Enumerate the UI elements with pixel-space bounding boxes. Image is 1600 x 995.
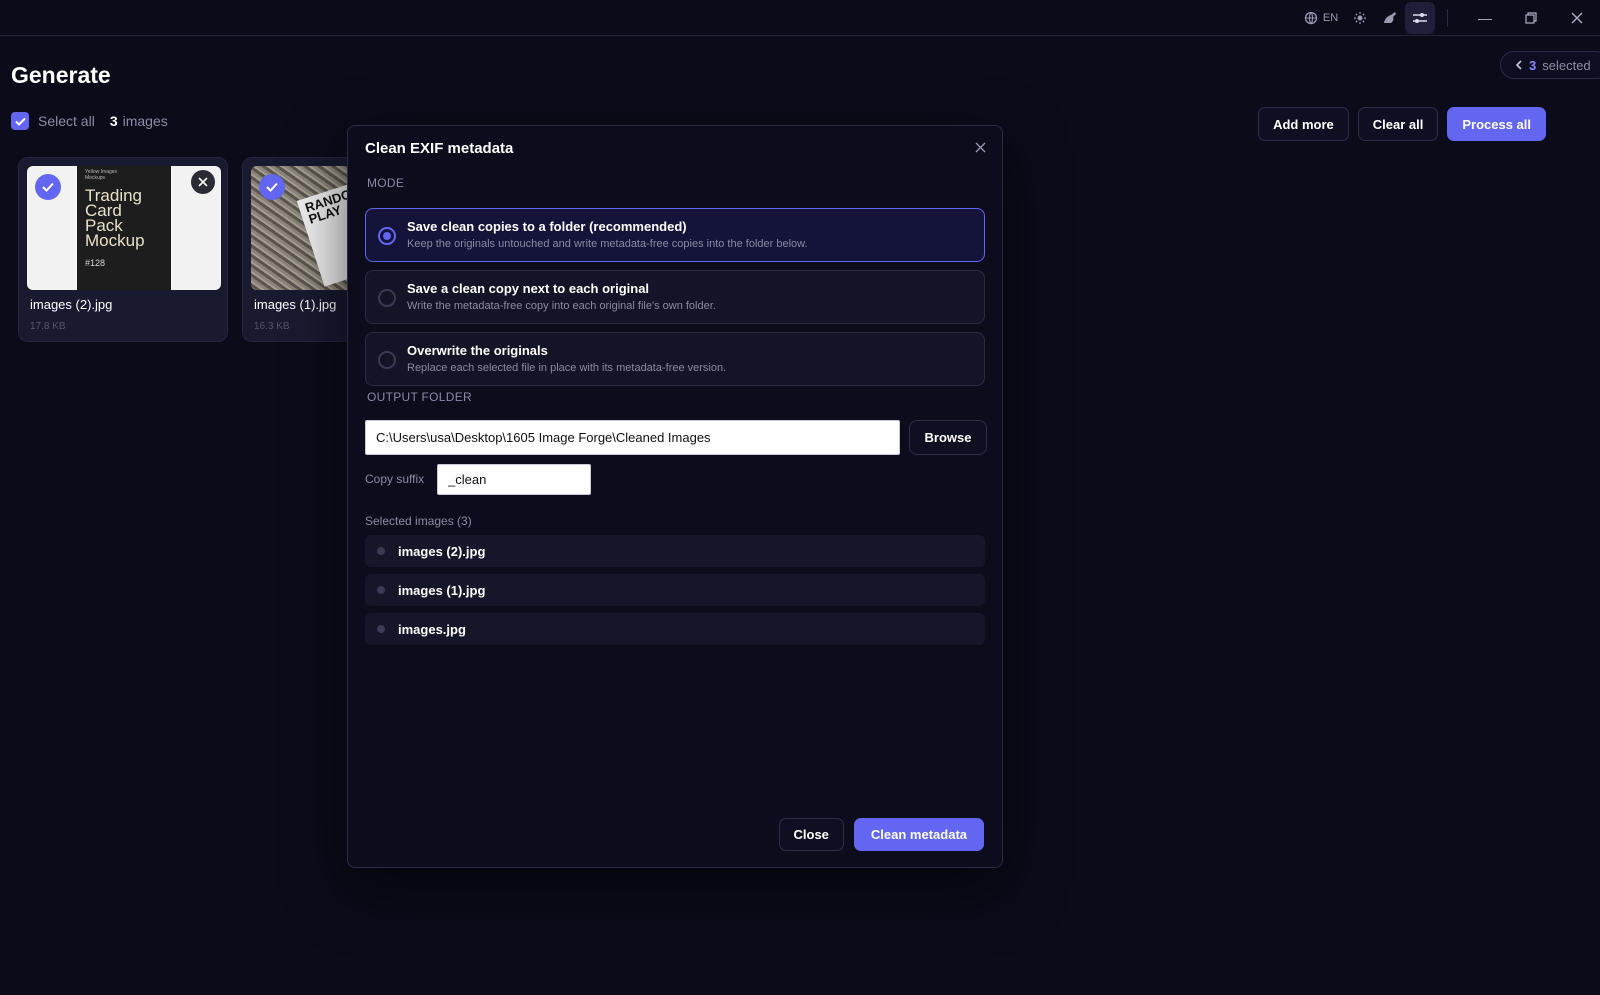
radio-button[interactable] xyxy=(378,227,396,245)
radio-button[interactable] xyxy=(378,351,396,369)
images-count: 3 images xyxy=(110,113,168,129)
option-description: Keep the originals untouched and write m… xyxy=(407,238,808,250)
list-item: images.jpg xyxy=(365,613,985,645)
clean-exif-dialog: Clean EXIF metadata MODE Save clean copi… xyxy=(347,125,1003,868)
mockup-number: #128 xyxy=(85,258,106,268)
selection-label: selected xyxy=(1542,57,1591,73)
restore-button[interactable] xyxy=(1508,2,1554,34)
output-folder-input[interactable] xyxy=(365,420,900,455)
option-description: Replace each selected file in place with… xyxy=(407,362,727,374)
close-icon xyxy=(1571,12,1583,23)
selection-count: 3 xyxy=(1529,57,1537,73)
page-actions: Add more Clear all Process all xyxy=(1258,107,1546,141)
list-item: images (1).jpg xyxy=(365,574,985,606)
mode-option-overwrite[interactable]: Overwrite the originals Replace each sel… xyxy=(365,332,985,386)
card-selected-check[interactable] xyxy=(259,174,285,200)
dialog-close-button[interactable] xyxy=(975,140,986,158)
select-all-label[interactable]: Select all xyxy=(38,113,95,129)
bullet-icon xyxy=(377,547,385,555)
brightness-icon xyxy=(1354,11,1366,24)
language-label: EN xyxy=(1322,11,1339,24)
mode-label: MODE xyxy=(367,176,405,190)
file-name: images.jpg xyxy=(398,621,466,637)
select-all-checkbox[interactable] xyxy=(11,112,29,130)
titlebar-divider xyxy=(1447,8,1448,27)
add-more-button[interactable]: Add more xyxy=(1258,107,1349,141)
clear-all-button[interactable]: Clear all xyxy=(1357,107,1439,141)
process-all-button[interactable]: Process all xyxy=(1447,107,1546,141)
copy-suffix-label: Copy suffix xyxy=(365,472,425,486)
card-file-name: images (1).jpg xyxy=(254,297,337,312)
list-item: images (2).jpg xyxy=(365,535,985,567)
card-selected-check[interactable] xyxy=(35,174,61,200)
restore-icon xyxy=(1525,11,1537,24)
card-remove-button[interactable] xyxy=(191,170,215,194)
selection-toolbar: Select all 3 images xyxy=(11,112,168,130)
palette-button[interactable] xyxy=(1375,2,1405,34)
check-icon xyxy=(14,117,26,126)
images-count-label: images xyxy=(122,113,168,129)
clean-metadata-button[interactable]: Clean metadata xyxy=(853,818,984,851)
page-title: Generate xyxy=(11,62,111,88)
mockup-brand: Yellow Images Mockups xyxy=(85,169,118,181)
settings-button[interactable] xyxy=(1405,1,1435,34)
chevron-left-icon xyxy=(1515,60,1522,70)
mockup-heading: Trading Card Pack Mockup xyxy=(85,186,145,250)
bullet-icon xyxy=(377,586,385,594)
option-description: Write the metadata-free copy into each o… xyxy=(407,300,716,312)
window-close-button[interactable] xyxy=(1554,2,1600,34)
file-name: images (1).jpg xyxy=(398,582,486,598)
card-file-size: 17.8 KB xyxy=(30,321,66,332)
images-count-number: 3 xyxy=(109,113,118,129)
dialog-footer: Close Clean metadata xyxy=(778,818,984,851)
language-selector[interactable]: EN xyxy=(1297,2,1345,34)
bullet-icon xyxy=(377,625,385,633)
mode-option-next-to-original[interactable]: Save a clean copy next to each original … xyxy=(365,270,985,324)
copy-suffix-input[interactable] xyxy=(437,464,591,495)
option-title: Overwrite the originals xyxy=(407,343,548,358)
dialog-title: Clean EXIF metadata xyxy=(365,140,514,157)
title-bar: EN — xyxy=(0,0,1600,36)
radio-button[interactable] xyxy=(378,289,396,307)
output-folder-label: OUTPUT FOLDER xyxy=(367,390,473,404)
selection-pill[interactable]: 3 selected xyxy=(1500,51,1600,79)
minimize-button[interactable]: — xyxy=(1462,2,1508,34)
close-button[interactable]: Close xyxy=(778,818,844,851)
card-file-name: images (2).jpg xyxy=(30,297,113,312)
brightness-button[interactable] xyxy=(1345,2,1375,34)
check-icon xyxy=(266,182,278,192)
option-title: Save clean copies to a folder (recommend… xyxy=(407,219,687,234)
card-file-size: 16.3 KB xyxy=(254,321,290,332)
selected-images-heading: Selected images (3) xyxy=(365,514,472,528)
check-icon xyxy=(42,182,54,192)
image-card[interactable]: Yellow Images Mockups Trading Card Pack Mock… xyxy=(18,157,228,342)
mode-option-folder[interactable]: Save clean copies to a folder (recommend… xyxy=(365,208,985,262)
settings-sliders-icon xyxy=(1413,12,1427,23)
close-icon xyxy=(198,177,208,187)
close-icon xyxy=(975,142,986,153)
minimize-icon: — xyxy=(1478,9,1492,26)
option-title: Save a clean copy next to each original xyxy=(407,281,650,296)
globe-icon xyxy=(1304,11,1318,24)
browse-button[interactable]: Browse xyxy=(909,420,987,455)
palette-icon xyxy=(1383,11,1396,23)
file-name: images (2).jpg xyxy=(398,543,486,559)
